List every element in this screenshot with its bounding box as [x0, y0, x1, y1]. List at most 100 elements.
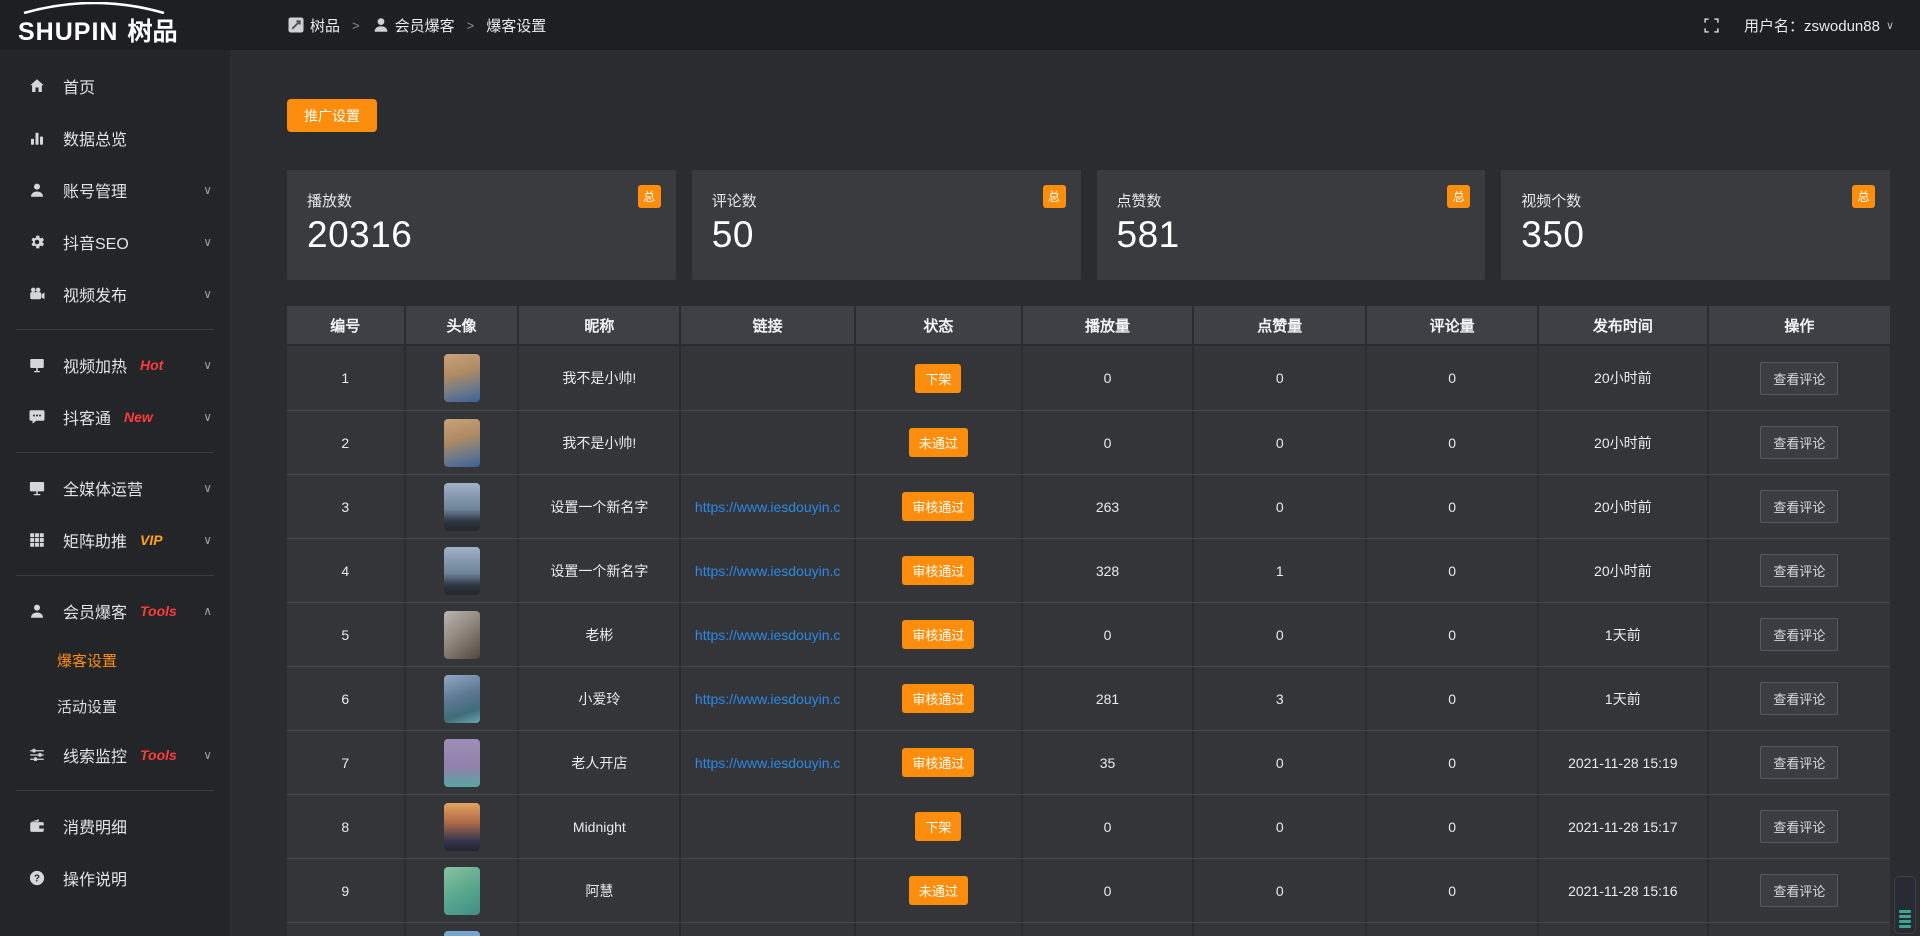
- breadcrumb-label: 会员爆客: [395, 15, 455, 36]
- view-comments-button[interactable]: 查看评论: [1760, 490, 1838, 523]
- sidebar-item-member-baoke[interactable]: 会员爆客 Tools ∧: [0, 585, 230, 637]
- sidebar-item-video-heat[interactable]: 视频加热 Hot ∨: [0, 339, 230, 391]
- question-circle-icon: ?: [28, 869, 46, 887]
- sidebar-item-help[interactable]: ? 操作说明: [0, 852, 230, 904]
- sidebar-item-douketong[interactable]: 抖客通 New ∨: [0, 391, 230, 443]
- cell-plays: 0: [1023, 411, 1195, 474]
- cell-avatar: [406, 859, 520, 922]
- sidebar-item-label: 抖客通: [63, 405, 111, 429]
- col-header-comments: 评论量: [1367, 306, 1539, 344]
- monitor-icon: [28, 479, 46, 497]
- view-comments-button[interactable]: 查看评论: [1760, 426, 1838, 459]
- video-link[interactable]: https://www.iesdouyin.c: [695, 755, 841, 771]
- view-comments-button[interactable]: 查看评论: [1760, 618, 1838, 651]
- vip-badge: VIP: [140, 532, 163, 548]
- avatar: [444, 867, 480, 915]
- sidebar-subitem-label: 活动设置: [57, 696, 117, 717]
- sidebar-item-label: 矩阵助推: [63, 528, 127, 552]
- cell-time: 20小时前: [1539, 411, 1709, 474]
- bar-chart-icon: [28, 129, 46, 147]
- breadcrumb-home[interactable]: 树品: [287, 15, 340, 36]
- table-body: 1 我不是小帅! 下架 0 0 0 20小时前 查看评论 2 我不是小帅! 未通…: [287, 346, 1890, 936]
- cell-plays: [1023, 923, 1195, 936]
- sidebar-subitem-baoke-settings[interactable]: 爆客设置: [0, 637, 230, 683]
- sidebar-item-label: 操作说明: [63, 866, 127, 890]
- user-menu[interactable]: 用户名：zswodun88 ∨: [1744, 15, 1894, 36]
- sidebar-item-data-overview[interactable]: 数据总览: [0, 112, 230, 164]
- topbar: SHUPIN 树品 树品 > 会员爆客 > 爆客设置 用户名：zswodun88…: [0, 0, 1920, 50]
- stat-label: 播放数: [307, 190, 656, 211]
- col-header-avatar: 头像: [406, 306, 520, 344]
- sidebar-item-account[interactable]: 账号管理 ∨: [0, 164, 230, 216]
- chevron-down-icon: ∨: [203, 410, 212, 424]
- cell-likes: 0: [1194, 859, 1367, 922]
- sidebar-item-omnimedia[interactable]: 全媒体运营 ∨: [0, 462, 230, 514]
- table-row: 1 我不是小帅! 下架 0 0 0 20小时前 查看评论: [287, 346, 1890, 410]
- fullscreen-icon[interactable]: [1703, 17, 1720, 34]
- col-header-plays: 播放量: [1023, 306, 1195, 344]
- video-link[interactable]: https://www.iesdouyin.c: [695, 563, 841, 579]
- col-header-nickname: 昵称: [519, 306, 681, 344]
- cell-nickname: 我不是小帅!: [519, 411, 681, 474]
- user-icon: [28, 602, 46, 620]
- cell-comments: 0: [1367, 795, 1539, 858]
- video-link[interactable]: https://www.iesdouyin.c: [695, 627, 841, 643]
- cell-likes: 0: [1194, 346, 1367, 410]
- video-link[interactable]: https://www.iesdouyin.c: [695, 499, 841, 515]
- cell-likes: 3: [1194, 667, 1367, 730]
- cell-comments: 0: [1367, 859, 1539, 922]
- stat-card-videos: 视频个数 350 总: [1501, 170, 1890, 280]
- view-comments-button[interactable]: 查看评论: [1760, 554, 1838, 587]
- cell-nickname: Midnight: [519, 795, 681, 858]
- sidebar-subitem-activity-settings[interactable]: 活动设置: [0, 683, 230, 729]
- wallet-icon: [28, 817, 46, 835]
- chevron-down-icon: ∨: [1886, 19, 1894, 32]
- side-widget[interactable]: [1894, 876, 1916, 934]
- sidebar-item-home[interactable]: 首页: [0, 60, 230, 112]
- sidebar-item-video-publish[interactable]: 视频发布 ∨: [0, 268, 230, 320]
- cell-time: 20小时前: [1539, 475, 1709, 538]
- promotion-settings-button[interactable]: 推广设置: [287, 99, 377, 132]
- breadcrumb-member[interactable]: 会员爆客: [372, 15, 455, 36]
- view-comments-button[interactable]: 查看评论: [1760, 874, 1838, 907]
- cell-likes: 1: [1194, 539, 1367, 602]
- status-badge: 未通过: [909, 428, 968, 457]
- video-link[interactable]: https://www.iesdouyin.c: [695, 691, 841, 707]
- cell-time: 20小时前: [1539, 346, 1709, 410]
- cell-avatar: [406, 795, 520, 858]
- screen-icon: [28, 356, 46, 374]
- cell-nickname: 老彬: [519, 603, 681, 666]
- view-comments-button[interactable]: 查看评论: [1760, 746, 1838, 779]
- home-icon: [28, 77, 46, 95]
- cell-id: 2: [287, 411, 406, 474]
- sidebar-item-lead-monitor[interactable]: 线索监控 Tools ∨: [0, 729, 230, 781]
- sidebar-item-label: 会员爆客: [63, 599, 127, 623]
- status-badge: 下架: [915, 812, 961, 841]
- chevron-up-icon: ∧: [203, 604, 212, 618]
- col-header-time: 发布时间: [1539, 306, 1709, 344]
- chat-bubble-icon: [28, 408, 46, 426]
- dashboard-icon: [287, 16, 305, 34]
- app-logo: SHUPIN 树品: [0, 2, 230, 48]
- sidebar-item-douyin-seo[interactable]: 抖音SEO ∨: [0, 216, 230, 268]
- topbar-right: 用户名：zswodun88 ∨: [1703, 15, 1920, 36]
- status-badge: 审核通过: [902, 620, 974, 649]
- stat-cards: 播放数 20316 总 评论数 50 总 点赞数 581 总 视频个数 350 …: [287, 170, 1890, 280]
- cell-likes: 0: [1194, 731, 1367, 794]
- view-comments-button[interactable]: 查看评论: [1760, 810, 1838, 843]
- cell-time: 1天前: [1539, 603, 1709, 666]
- table-row: 7 老人开店 https://www.iesdouyin.c 审核通过 35 0…: [287, 730, 1890, 794]
- view-comments-button[interactable]: 查看评论: [1760, 362, 1838, 395]
- sidebar-item-label: 视频加热: [63, 353, 127, 377]
- sidebar-item-consumption[interactable]: 消费明细: [0, 800, 230, 852]
- username-label: 用户名：zswodun88: [1744, 15, 1880, 36]
- cell-avatar: [406, 475, 520, 538]
- sidebar-item-matrix-boost[interactable]: 矩阵助推 VIP ∨: [0, 514, 230, 566]
- cell-avatar: [406, 731, 520, 794]
- sidebar-item-label: 抖音SEO: [63, 230, 129, 254]
- view-comments-button[interactable]: 查看评论: [1760, 682, 1838, 715]
- col-header-likes: 点赞量: [1194, 306, 1367, 344]
- sidebar: 首页 数据总览 账号管理 ∨ 抖音SEO ∨ 视频发布 ∨ 视频加热 Hot ∨…: [0, 50, 230, 936]
- sidebar-item-label: 首页: [63, 74, 95, 98]
- table-row: [287, 922, 1890, 936]
